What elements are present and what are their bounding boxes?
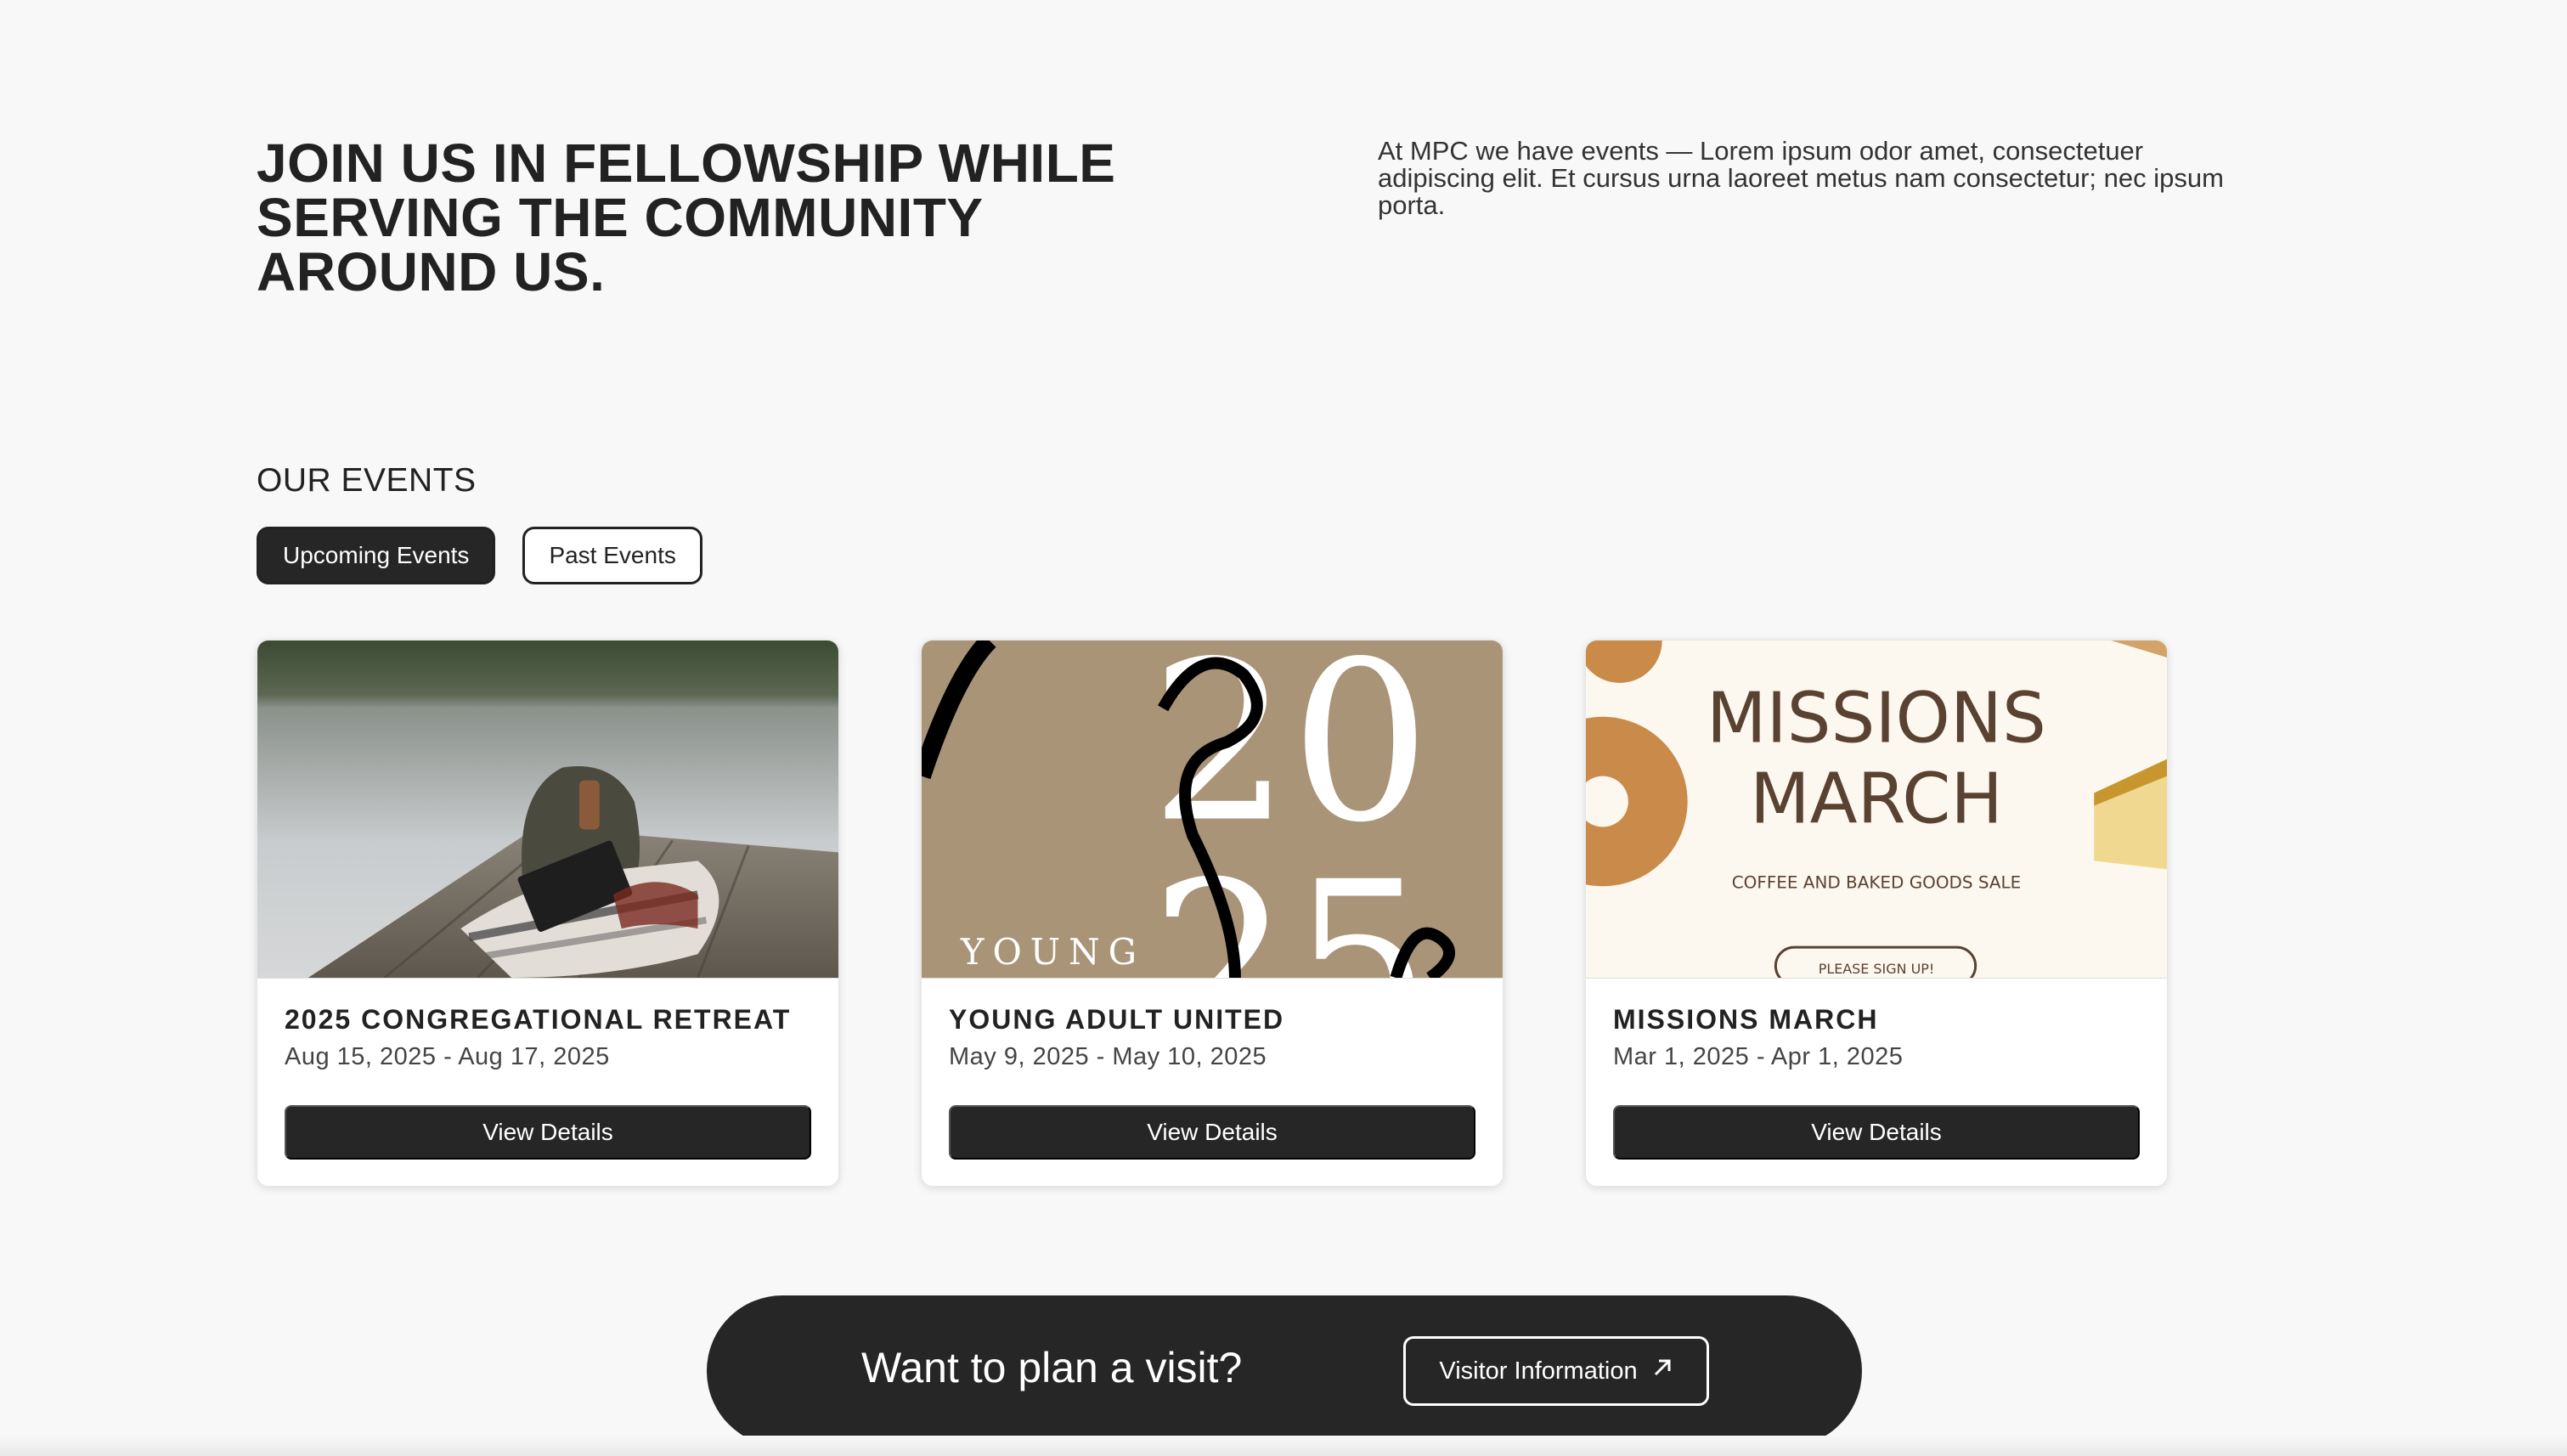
event-date: Mar 1, 2025 - Apr 1, 2025: [1613, 1043, 1904, 1070]
view-details-button[interactable]: View Details: [285, 1105, 811, 1160]
event-tabs: Upcoming Events Past Events: [257, 527, 702, 584]
event-title: 2025 CONGREGATIONAL RETREAT: [285, 1004, 792, 1035]
event-card-young-adult: 20 25 YOUNG YOUNG ADULT UNITED May 9, 20…: [921, 640, 1504, 1187]
retreat-photo: [257, 641, 838, 979]
tab-past-events[interactable]: Past Events: [522, 527, 702, 584]
event-title: MISSIONS MARCH: [1613, 1004, 1879, 1035]
event-cards: 2025 CONGREGATIONAL RETREAT Aug 15, 2025…: [257, 640, 2168, 1187]
plan-visit-text: Want to plan a visit?: [861, 1344, 1243, 1391]
flyer-subtitle: COFFEE AND BAKED GOODS SALE: [1732, 872, 2021, 892]
hero-title: JOIN US IN FELLOWSHIP WHILE SERVING THE …: [257, 133, 1116, 302]
event-card-retreat: 2025 CONGREGATIONAL RETREAT Aug 15, 2025…: [257, 640, 839, 1187]
missions-march-flyer: MISSIONS MARCH COFFEE AND BAKED GOODS SA…: [1586, 641, 2167, 979]
hero-description: At MPC we have events — Lorem ipsum odor…: [1378, 136, 2224, 220]
graphic-young-word: YOUNG: [960, 931, 1145, 973]
young-adult-2025-graphic: 20 25 YOUNG: [922, 641, 1503, 979]
tab-upcoming-events[interactable]: Upcoming Events: [257, 527, 496, 584]
view-details-button[interactable]: View Details: [949, 1105, 1475, 1160]
event-date: Aug 15, 2025 - Aug 17, 2025: [285, 1043, 610, 1070]
page-bottom-edge: [0, 1436, 2567, 1456]
event-card-missions-march: MISSIONS MARCH COFFEE AND BAKED GOODS SA…: [1585, 640, 2168, 1187]
event-title: YOUNG ADULT UNITED: [949, 1004, 1285, 1035]
events-section-title: OUR EVENTS: [257, 462, 477, 499]
visitor-information-button[interactable]: Visitor Information: [1403, 1336, 1709, 1406]
flyer-title-line1: MISSIONS: [1707, 679, 2046, 759]
graphic-year-bottom: 25: [1150, 835, 1430, 978]
flyer-title-line2: MARCH: [1750, 759, 2003, 839]
view-details-button[interactable]: View Details: [1613, 1105, 2140, 1160]
event-date: May 9, 2025 - May 10, 2025: [949, 1043, 1267, 1070]
plan-visit-banner: Want to plan a visit? Visitor Informatio…: [707, 1295, 1862, 1447]
arrow-up-right-icon: [1651, 1357, 1673, 1385]
visitor-information-label: Visitor Information: [1439, 1357, 1638, 1385]
flyer-sign-up-badge: PLEASE SIGN UP!: [1819, 961, 1935, 977]
